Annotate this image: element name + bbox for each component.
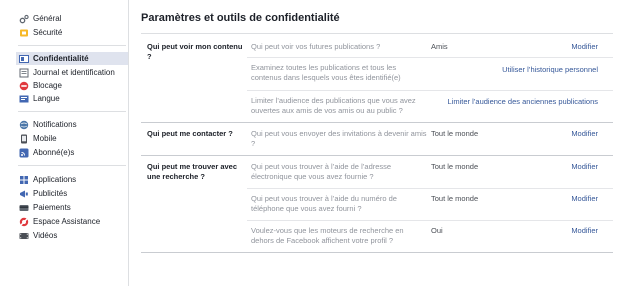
sidebar-item-label: Publicités [33, 189, 68, 198]
video-icon [18, 230, 29, 241]
ads-icon [18, 188, 29, 199]
setting-question: Qui peut vous trouver à l’aide de l’adre… [251, 162, 392, 181]
sidebar-item-label: Confidentialité [33, 54, 89, 63]
sidebar-divider [18, 165, 126, 166]
setting-value: Amis [431, 42, 448, 51]
sidebar-item-general[interactable]: Général [18, 12, 127, 25]
sidebar-item-label: Blocage [33, 81, 62, 90]
support-icon [18, 216, 29, 227]
row-divider [247, 57, 613, 58]
page-title: Paramètres et outils de confidentialité [141, 12, 340, 24]
sidebar-item-followers[interactable]: Abonné(e)s [18, 146, 127, 159]
setting-question: Limiter l’audience des publications que … [251, 96, 416, 115]
language-icon [18, 93, 29, 104]
sidebar-item-label: Abonné(e)s [33, 148, 75, 157]
section-category-who-can-see: Qui peut voir mon contenu ? [147, 42, 243, 61]
setting-value: Tout le monde [431, 129, 479, 138]
edit-link[interactable]: Modifier [571, 226, 598, 235]
section-category-who-can-find: Qui peut me trouver avec une recherche ? [147, 162, 238, 181]
sidebar-item-ads[interactable]: Publicités [18, 187, 127, 200]
sidebar-item-language[interactable]: Langue [18, 92, 127, 105]
shield-icon [18, 27, 29, 38]
sidebar-item-label: Notifications [33, 120, 77, 129]
settings-sidebar: Général Sécurité Confidentialité Journal… [0, 0, 128, 286]
sidebar-item-label: Sécurité [33, 28, 63, 37]
block-icon [18, 80, 29, 91]
sidebar-item-timeline[interactable]: Journal et identification [18, 66, 127, 79]
limit-past-posts-link[interactable]: Limiter l’audience des anciennes publica… [447, 97, 598, 106]
lock-icon [18, 53, 29, 64]
sidebar-item-label: Paiements [33, 203, 71, 212]
sidebar-item-label: Applications [33, 175, 77, 184]
edit-link[interactable]: Modifier [571, 129, 598, 138]
setting-question: Qui peut vous trouver à l’aide du numéro… [251, 194, 397, 213]
edit-link[interactable]: Modifier [571, 42, 598, 51]
row-divider [247, 220, 613, 221]
section-category-who-can-contact: Qui peut me contacter ? [147, 129, 233, 138]
row-divider [247, 90, 613, 91]
apps-icon [18, 174, 29, 185]
setting-question: Qui peut vous envoyer des invitations à … [251, 129, 427, 148]
sidebar-divider [18, 45, 126, 46]
activity-log-link[interactable]: Utiliser l’historique personnel [502, 65, 598, 74]
sidebar-divider [18, 111, 126, 112]
gear-icon [18, 13, 29, 24]
sidebar-item-videos[interactable]: Vidéos [18, 229, 127, 242]
sidebar-item-support[interactable]: Espace Assistance [18, 215, 127, 228]
sidebar-item-mobile[interactable]: Mobile [18, 132, 127, 145]
section-divider [141, 122, 613, 123]
edit-link[interactable]: Modifier [571, 162, 598, 171]
sidebar-item-label: Journal et identification [33, 68, 115, 77]
sidebar-item-payments[interactable]: Paiements [18, 201, 127, 214]
payment-icon [18, 202, 29, 213]
row-divider [247, 188, 613, 189]
mobile-icon [18, 133, 29, 144]
rss-icon [18, 147, 29, 158]
sidebar-item-label: Mobile [33, 134, 57, 143]
sidebar-item-label: Espace Assistance [33, 217, 101, 226]
section-divider [141, 155, 613, 156]
setting-value: Tout le monde [431, 162, 479, 171]
edit-link[interactable]: Modifier [571, 194, 598, 203]
title-divider [141, 33, 613, 34]
sidebar-item-blocking[interactable]: Blocage [18, 79, 127, 92]
sidebar-item-security[interactable]: Sécurité [18, 26, 127, 39]
globe-icon [18, 119, 29, 130]
setting-question: Qui peut voir vos futures publications ? [251, 42, 381, 51]
journal-icon [18, 67, 29, 78]
setting-question: Voulez-vous que les moteurs de recherche… [251, 226, 404, 245]
sidebar-item-label: Langue [33, 94, 60, 103]
setting-value: Tout le monde [431, 194, 479, 203]
sidebar-item-privacy[interactable]: Confidentialité [16, 52, 128, 65]
setting-value: Oui [431, 226, 443, 235]
setting-question: Examinez toutes les publications et tous… [251, 63, 401, 82]
sidebar-item-label: Général [33, 14, 62, 23]
sidebar-item-apps[interactable]: Applications [18, 173, 127, 186]
privacy-settings-panel: Paramètres et outils de confidentialité … [128, 0, 620, 286]
section-divider [141, 252, 613, 253]
sidebar-item-notifications[interactable]: Notifications [18, 118, 127, 131]
sidebar-item-label: Vidéos [33, 231, 58, 240]
